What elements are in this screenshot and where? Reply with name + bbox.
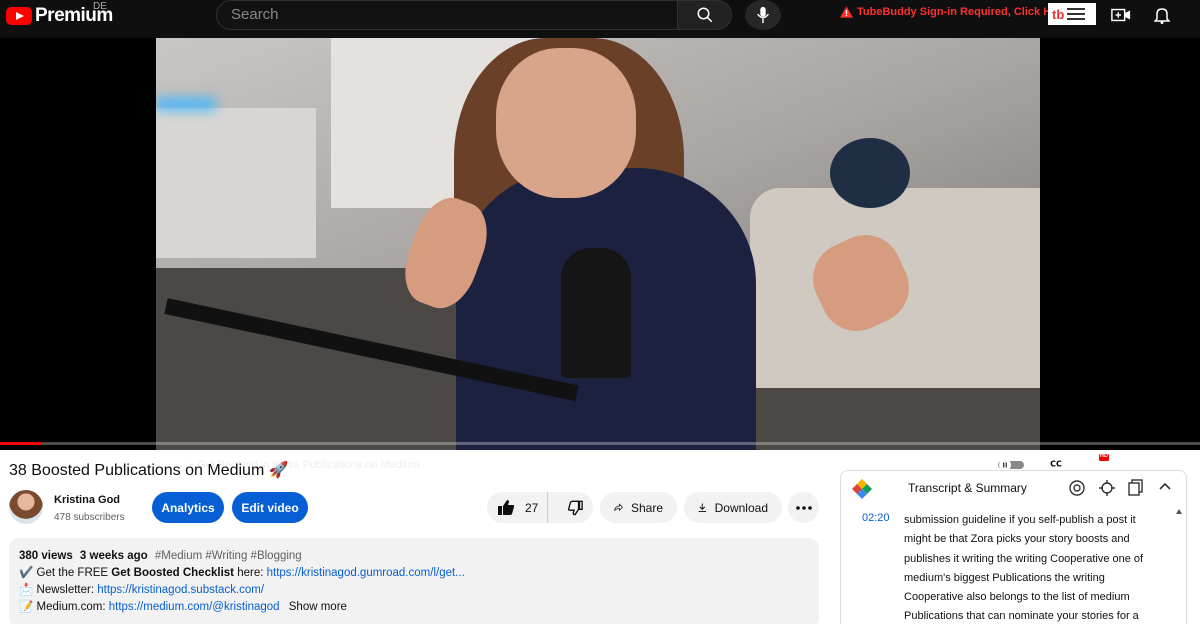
- like-button[interactable]: 27: [487, 492, 549, 523]
- theater-icon: [1170, 456, 1192, 470]
- tubebuddy-menu-button[interactable]: tb: [1048, 3, 1096, 25]
- download-button[interactable]: Download: [684, 492, 782, 523]
- transcript-panel: Transcript & Summary 02:20 submission gu…: [840, 470, 1187, 624]
- country-code: DE: [93, 1, 107, 12]
- subscriber-count: 478 subscribers: [54, 512, 125, 523]
- line-suffix: here:: [234, 567, 267, 579]
- description-line: 📩 Newsletter: https://kristinagod.substa…: [19, 582, 809, 599]
- more-horizontal-icon: [795, 505, 812, 510]
- openai-icon[interactable]: [1068, 479, 1086, 497]
- show-more-button[interactable]: Show more: [289, 601, 347, 613]
- like-dislike-group: 27: [487, 492, 593, 523]
- hashtags[interactable]: #Medium #Writing #Blogging: [155, 550, 302, 562]
- svg-text:CC: CC: [1050, 460, 1062, 469]
- share-label: Share: [630, 500, 663, 515]
- view-count: 380 views: [19, 550, 73, 562]
- description-line: 📝 Medium.com: https://medium.com/@kristi…: [19, 599, 809, 616]
- scene-microphone: [561, 248, 631, 378]
- scene-cabinet: [156, 108, 316, 258]
- captions-button[interactable]: CC: [1045, 455, 1067, 471]
- bell-icon: [1154, 8, 1170, 24]
- video-title: 38 Boosted Publications on Medium 🚀: [9, 462, 289, 479]
- description-meta: 380 views 3 weeks ago #Medium #Writing #…: [19, 548, 809, 565]
- progress-bar[interactable]: [0, 442, 1200, 445]
- tubebuddy-warning-text: TubeBuddy Sign-in Required, Click Here: [857, 6, 1068, 18]
- transcript-text: submission guideline if you self-publish…: [904, 514, 1144, 623]
- chevron-right-icon: [428, 458, 434, 468]
- search-input[interactable]: Search: [216, 0, 678, 30]
- thumbs-down-icon: [567, 500, 583, 515]
- dislike-button[interactable]: [556, 492, 593, 523]
- tubebuddy-signin-link[interactable]: TubeBuddy Sign-in Required, Click Here: [840, 6, 1068, 18]
- voice-search-button[interactable]: [745, 0, 781, 30]
- transcript-header: Transcript & Summary: [841, 471, 1186, 505]
- theater-mode-button[interactable]: [1170, 455, 1192, 471]
- checklist-bold: Get Boosted Checklist: [111, 567, 234, 579]
- line-prefix: 📩 Newsletter:: [19, 584, 98, 596]
- search-icon: [697, 7, 712, 23]
- video-player[interactable]: 0:06 / 10:18 • Get Boosted in these Publ…: [0, 38, 1200, 473]
- like-count: 27: [525, 500, 539, 515]
- description-box[interactable]: 380 views 3 weeks ago #Medium #Writing #…: [9, 538, 819, 624]
- substack-link[interactable]: https://kristinagod.substack.com/: [97, 584, 264, 596]
- hamburger-icon: [1067, 8, 1086, 20]
- download-icon: [698, 503, 707, 512]
- chevron-up-icon[interactable]: [1159, 482, 1171, 490]
- transcript-scrollbar[interactable]: [1176, 509, 1182, 624]
- medium-link[interactable]: https://medium.com/@kristinagod: [109, 601, 280, 613]
- scene-person-face: [496, 48, 636, 198]
- line-prefix: ✔️ Get the FREE: [19, 567, 112, 579]
- tubebuddy-logo: tb: [1052, 6, 1065, 22]
- copy-icon[interactable]: [1128, 479, 1144, 497]
- channel-name[interactable]: Kristina God: [54, 494, 120, 506]
- video-frame[interactable]: [156, 38, 1040, 450]
- create-video-icon: [1111, 8, 1131, 22]
- channel-avatar[interactable]: [9, 490, 43, 524]
- create-button[interactable]: [1109, 4, 1133, 26]
- scene-blue-light: [156, 98, 216, 110]
- scene-pillow: [830, 138, 910, 208]
- top-bar: Premium DE Search TubeBuddy Sign-in Requ…: [0, 0, 1200, 38]
- miniplayer-button[interactable]: [1127, 455, 1149, 471]
- hd-badge: HD: [1100, 453, 1108, 459]
- share-button[interactable]: Share: [600, 492, 677, 523]
- search-button[interactable]: [677, 0, 732, 30]
- miniplayer-icon: [1127, 455, 1149, 471]
- crosshair-icon[interactable]: [1098, 479, 1116, 497]
- transcript-title: Transcript & Summary: [908, 481, 1027, 495]
- line-prefix: 📝 Medium.com:: [19, 601, 109, 613]
- transcript-timestamp[interactable]: 02:20: [862, 512, 890, 524]
- gumroad-link[interactable]: https://kristinagod.gumroad.com/l/get...: [267, 567, 465, 579]
- edit-video-button[interactable]: Edit video: [232, 492, 308, 523]
- more-actions-button[interactable]: [788, 492, 819, 523]
- upload-age: 3 weeks ago: [79, 550, 148, 562]
- extension-logo-icon: [852, 479, 872, 499]
- youtube-logo-icon: [6, 7, 32, 25]
- analytics-button[interactable]: Analytics: [152, 492, 224, 523]
- progress-fill: [0, 442, 42, 445]
- notifications-button[interactable]: [1150, 4, 1174, 26]
- thumbs-up-icon: [498, 500, 515, 515]
- microphone-icon: [757, 6, 769, 24]
- captions-icon: CC: [1046, 456, 1066, 470]
- description-line: ✔️ Get the FREE Get Boosted Checklist he…: [19, 565, 809, 582]
- warning-icon: [840, 6, 853, 18]
- share-arrow-icon: [614, 503, 623, 512]
- download-label: Download: [714, 500, 768, 515]
